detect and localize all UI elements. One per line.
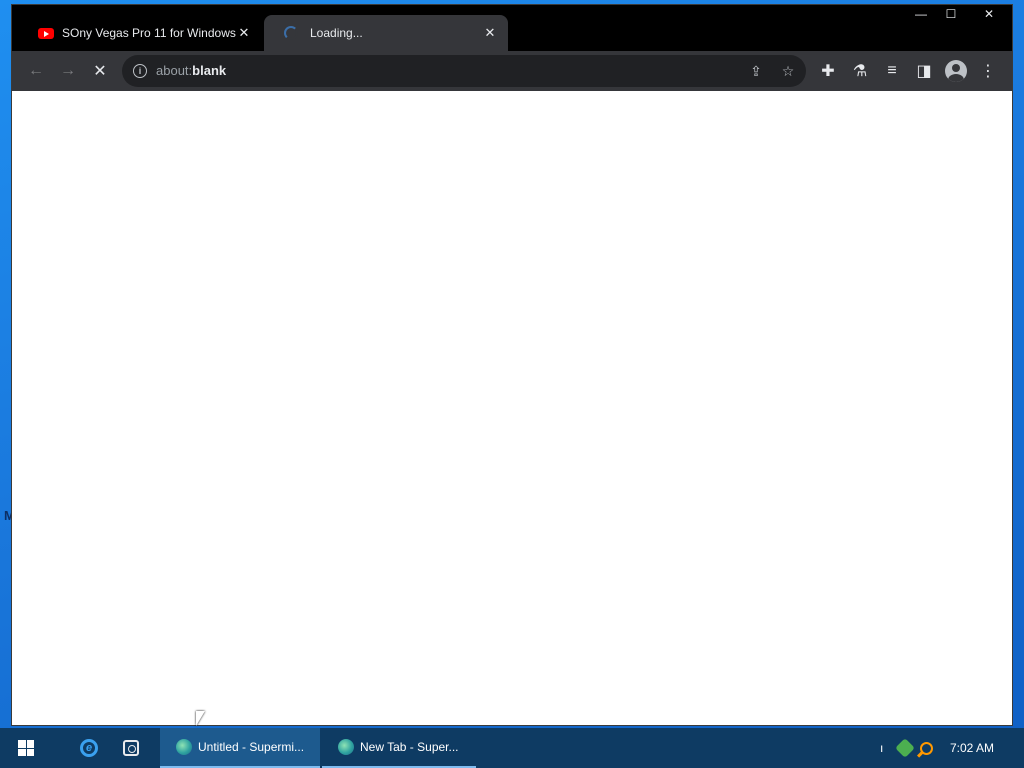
- tab-title: Loading...: [310, 26, 363, 40]
- menu-button[interactable]: ⋮: [974, 57, 1002, 85]
- settings-app-icon: [123, 740, 139, 756]
- taskbar-item-new-tab[interactable]: New Tab - Super...: [322, 728, 476, 768]
- loading-spinner-icon: [284, 26, 298, 40]
- window-controls: — ☐ ✕: [906, 5, 1012, 23]
- back-button[interactable]: ←: [22, 57, 50, 85]
- browser-window: SOny Vegas Pro 11 for Windows ✕ Loading.…: [11, 4, 1013, 726]
- url-text[interactable]: about:blank: [156, 63, 226, 78]
- supermium-icon: [338, 739, 354, 755]
- profile-avatar-button[interactable]: [942, 57, 970, 85]
- tab-close-button[interactable]: ✕: [236, 25, 252, 41]
- extensions-icon[interactable]: ✚: [814, 57, 842, 85]
- recycle-icon: [895, 738, 915, 758]
- browser-toolbar: ← → ✕ i about:blank ⇪ ☆ ✚ ⚗ ≡ ◨ ⋮: [12, 51, 1012, 91]
- close-window-button[interactable]: ✕: [966, 5, 1012, 23]
- tray-overflow-text: ı: [880, 741, 884, 755]
- mouse-cursor-icon: [196, 711, 205, 726]
- avatar-icon: [945, 60, 967, 82]
- settings-app-button[interactable]: [119, 736, 143, 760]
- site-info-icon[interactable]: i: [133, 64, 147, 78]
- taskbar-item-label: Untitled - Supermi...: [198, 740, 305, 754]
- labs-flask-icon[interactable]: ⚗: [846, 57, 874, 85]
- tab-strip: SOny Vegas Pro 11 for Windows ✕ Loading.…: [12, 5, 1012, 51]
- tab-loading[interactable]: Loading... ✕: [264, 15, 508, 51]
- address-bar[interactable]: i about:blank ⇪ ☆: [122, 55, 806, 87]
- start-button[interactable]: [0, 728, 52, 768]
- tray-search-button[interactable]: [920, 728, 933, 768]
- bookmark-star-icon[interactable]: ☆: [776, 59, 800, 83]
- windows-logo-icon: [18, 740, 34, 756]
- minimize-button[interactable]: —: [906, 5, 936, 23]
- tray-recycle-button[interactable]: [895, 728, 915, 768]
- taskbar-clock[interactable]: 7:02 AM: [950, 728, 994, 768]
- search-icon: [920, 741, 933, 755]
- tab-youtube[interactable]: SOny Vegas Pro 11 for Windows ✕: [18, 15, 262, 51]
- maximize-button[interactable]: ☐: [936, 5, 966, 23]
- taskbar-item-untitled[interactable]: Untitled - Supermi...: [160, 728, 320, 768]
- page-content[interactable]: [12, 91, 1012, 725]
- youtube-icon: [38, 27, 54, 39]
- forward-button[interactable]: →: [54, 57, 82, 85]
- internet-explorer-button[interactable]: e: [77, 736, 101, 760]
- taskbar: e Untitled - Supermi... New Tab - Super.…: [0, 728, 1024, 768]
- taskbar-item-label: New Tab - Super...: [360, 740, 459, 754]
- share-icon[interactable]: ⇪: [744, 59, 768, 83]
- tab-close-button[interactable]: ✕: [482, 25, 498, 41]
- side-panel-icon[interactable]: ◨: [910, 57, 938, 85]
- stop-loading-button[interactable]: ✕: [86, 57, 114, 85]
- tab-title: SOny Vegas Pro 11 for Windows: [62, 26, 236, 40]
- internet-explorer-icon: e: [80, 739, 98, 757]
- media-controls-icon[interactable]: ≡: [878, 57, 906, 85]
- supermium-icon: [176, 739, 192, 755]
